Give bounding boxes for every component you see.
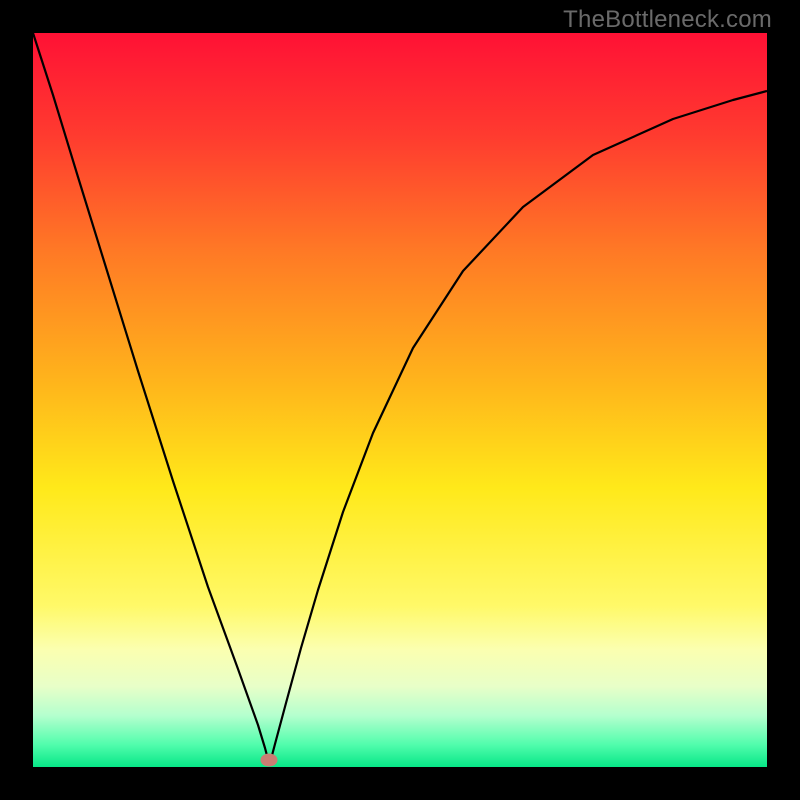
- chart-frame: TheBottleneck.com: [0, 0, 800, 800]
- optimal-point-marker: [261, 754, 278, 767]
- gradient-plot-area: [33, 33, 767, 767]
- bottleneck-curve: [33, 33, 767, 767]
- watermark-text: TheBottleneck.com: [563, 6, 772, 34]
